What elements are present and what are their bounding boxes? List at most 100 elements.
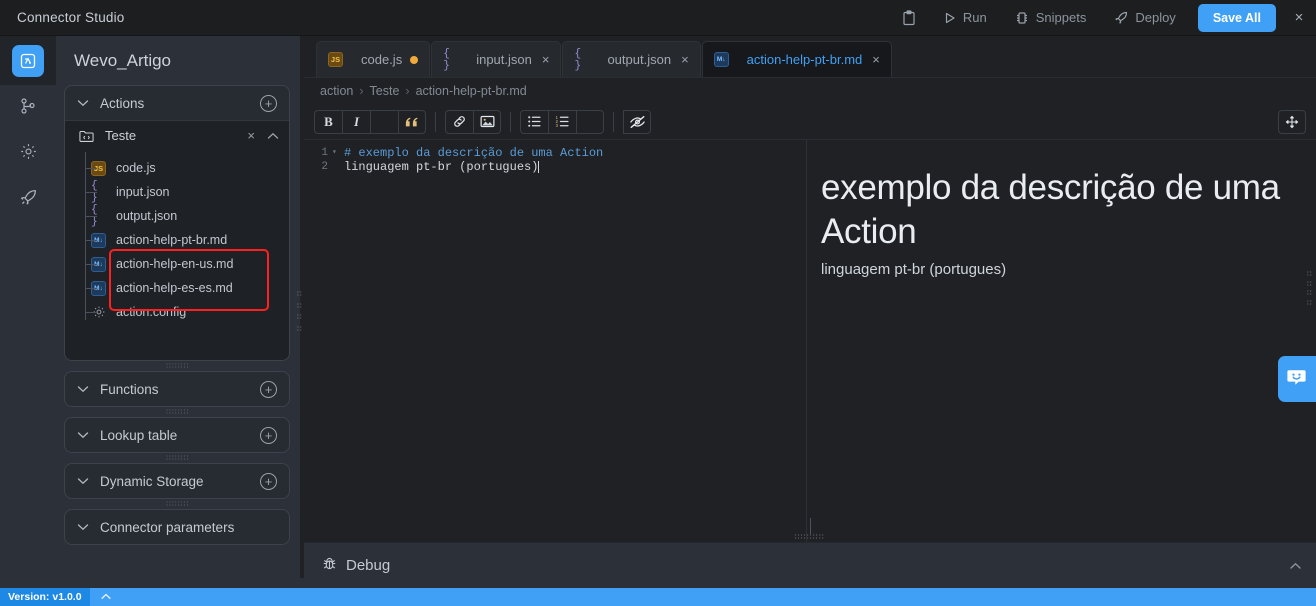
toolbar-divider (510, 112, 511, 132)
toolbar-divider (613, 112, 614, 132)
lookup-table-panel[interactable]: Lookup table + (64, 417, 290, 453)
preview-toggle-group (623, 110, 651, 134)
folder-header-teste[interactable]: Teste × (65, 120, 289, 150)
breadcrumb-item[interactable]: action (320, 84, 353, 98)
clipboard-button[interactable] (888, 0, 930, 36)
actions-panel-header[interactable]: Actions + (65, 86, 289, 120)
list-item[interactable]: JS code.js (65, 156, 289, 180)
horizontal-splitter[interactable]: ∷∷∷∷∷ (304, 532, 1316, 542)
resize-grip[interactable]: ∷∷∷∷ (56, 453, 300, 463)
connector-parameters-panel[interactable]: Connector parameters (64, 509, 290, 545)
dynamic-storage-panel-title: Dynamic Storage (100, 474, 204, 489)
format-spacer-button[interactable] (370, 110, 398, 134)
app-title: Connector Studio (17, 10, 125, 25)
version-badge[interactable]: Version: v1.0.0 (0, 588, 90, 606)
modified-dot-icon (410, 56, 418, 64)
close-icon[interactable]: × (542, 52, 550, 67)
functions-panel-title: Functions (100, 382, 159, 397)
svg-text:3: 3 (556, 123, 559, 128)
list-item[interactable]: action.config (65, 300, 289, 324)
sidebar: Wevo_Artigo Actions + Teste × (56, 36, 300, 596)
tab-code-js[interactable]: JS code.js (316, 41, 430, 77)
list-group: 1 2 3 (520, 110, 604, 134)
file-label: code.js (116, 161, 156, 175)
markdown-toolbar: B I (304, 104, 1316, 140)
folder-name: Teste (105, 128, 136, 143)
list-item[interactable]: M↓ action-help-es-es.md (65, 276, 289, 300)
json-file-icon: { } (574, 52, 589, 67)
bold-button[interactable]: B (314, 110, 342, 134)
list-item[interactable]: { } output.json (65, 204, 289, 228)
debug-bar[interactable]: Debug (304, 542, 1316, 588)
list-spacer-button[interactable] (576, 110, 604, 134)
preview-heading: exemplo da descrição de uma Action (821, 166, 1282, 254)
preview-splitter[interactable]: ∷∷ ∷∷ (1306, 272, 1314, 306)
folder-collapse-icon[interactable] (267, 128, 279, 143)
chevron-down-icon (77, 385, 91, 393)
sidebar-item-deploy[interactable] (0, 177, 56, 223)
resize-grip[interactable]: ∷∷∷∷ (56, 407, 300, 417)
fold-arrow-icon[interactable]: ▾ (332, 146, 344, 160)
sidebar-splitter[interactable]: ∷∷ ∷∷ (296, 292, 304, 332)
add-function-button[interactable]: + (260, 381, 277, 398)
rocket-icon (19, 188, 38, 212)
functions-panel[interactable]: Functions + (64, 371, 290, 407)
play-icon (944, 12, 956, 24)
breadcrumb: action › Teste › action-help-pt-br.md (304, 78, 1316, 104)
sidebar-item-branches[interactable] (0, 85, 56, 131)
tab-action-help-pt-br-md[interactable]: M↓ action-help-pt-br.md × (702, 41, 892, 77)
chat-button[interactable] (1278, 356, 1316, 402)
debug-collapse-icon[interactable] (1289, 557, 1302, 575)
chat-smiley-icon (1285, 365, 1309, 394)
image-button[interactable] (473, 110, 501, 134)
list-item[interactable]: { } input.json (65, 180, 289, 204)
tab-label: output.json (607, 52, 671, 67)
hide-preview-button[interactable] (623, 110, 651, 134)
save-all-button[interactable]: Save All (1198, 4, 1276, 32)
status-expand-icon[interactable] (100, 592, 112, 603)
file-tree: JS code.js { } input.json { } output.jso… (65, 150, 289, 360)
run-button[interactable]: Run (930, 0, 1001, 36)
deploy-label: Deploy (1135, 10, 1175, 25)
chip-icon (1015, 11, 1029, 25)
quote-button[interactable] (398, 110, 426, 134)
deploy-button[interactable]: Deploy (1100, 0, 1189, 36)
project-name: Wevo_Artigo (56, 36, 300, 85)
dynamic-storage-panel[interactable]: Dynamic Storage + (64, 463, 290, 499)
preview-paragraph: linguagem pt-br (portugues) (821, 261, 1282, 278)
sidebar-filler (56, 578, 304, 588)
js-file-icon: JS (328, 52, 343, 67)
resize-grip[interactable]: ∷∷∷∷ (56, 499, 300, 509)
breadcrumb-item[interactable]: Teste (370, 84, 400, 98)
sidebar-item-settings[interactable] (0, 131, 56, 177)
tab-input-json[interactable]: { } input.json × (431, 41, 561, 77)
snippets-button[interactable]: Snippets (1001, 0, 1101, 36)
chevron-down-icon (77, 523, 91, 531)
connector-logo-icon[interactable] (12, 45, 44, 77)
tab-output-json[interactable]: { } output.json × (562, 41, 700, 77)
list-item[interactable]: M↓ action-help-pt-br.md (65, 228, 289, 252)
line-number: 2 (304, 160, 332, 174)
code-editor[interactable]: 1 ▾ # exemplo da descrição de uma Action… (304, 140, 807, 542)
folder-code-icon (79, 129, 94, 143)
editor-panes: 1 ▾ # exemplo da descrição de uma Action… (304, 140, 1316, 542)
close-icon[interactable]: × (681, 52, 689, 67)
list-item[interactable]: M↓ action-help-en-us.md (65, 252, 289, 276)
chevron-down-icon (77, 431, 91, 439)
breadcrumb-item[interactable]: action-help-pt-br.md (416, 84, 527, 98)
add-action-button[interactable]: + (260, 95, 277, 112)
link-button[interactable] (445, 110, 473, 134)
numbered-list-button[interactable]: 1 2 3 (548, 110, 576, 134)
move-panel-button[interactable] (1278, 110, 1306, 134)
folder-close-icon[interactable]: × (247, 128, 255, 143)
tab-label: input.json (476, 52, 532, 67)
actions-panel-title: Actions (100, 96, 144, 111)
add-dynamic-storage-button[interactable]: + (260, 473, 277, 490)
bullet-list-button[interactable] (520, 110, 548, 134)
add-lookup-table-button[interactable]: + (260, 427, 277, 444)
italic-button[interactable]: I (342, 110, 370, 134)
resize-grip[interactable]: ∷∷∷∷ (56, 361, 300, 371)
close-icon[interactable]: × (1282, 0, 1316, 36)
close-icon[interactable]: × (872, 52, 880, 67)
actions-panel: Actions + Teste × (64, 85, 290, 361)
